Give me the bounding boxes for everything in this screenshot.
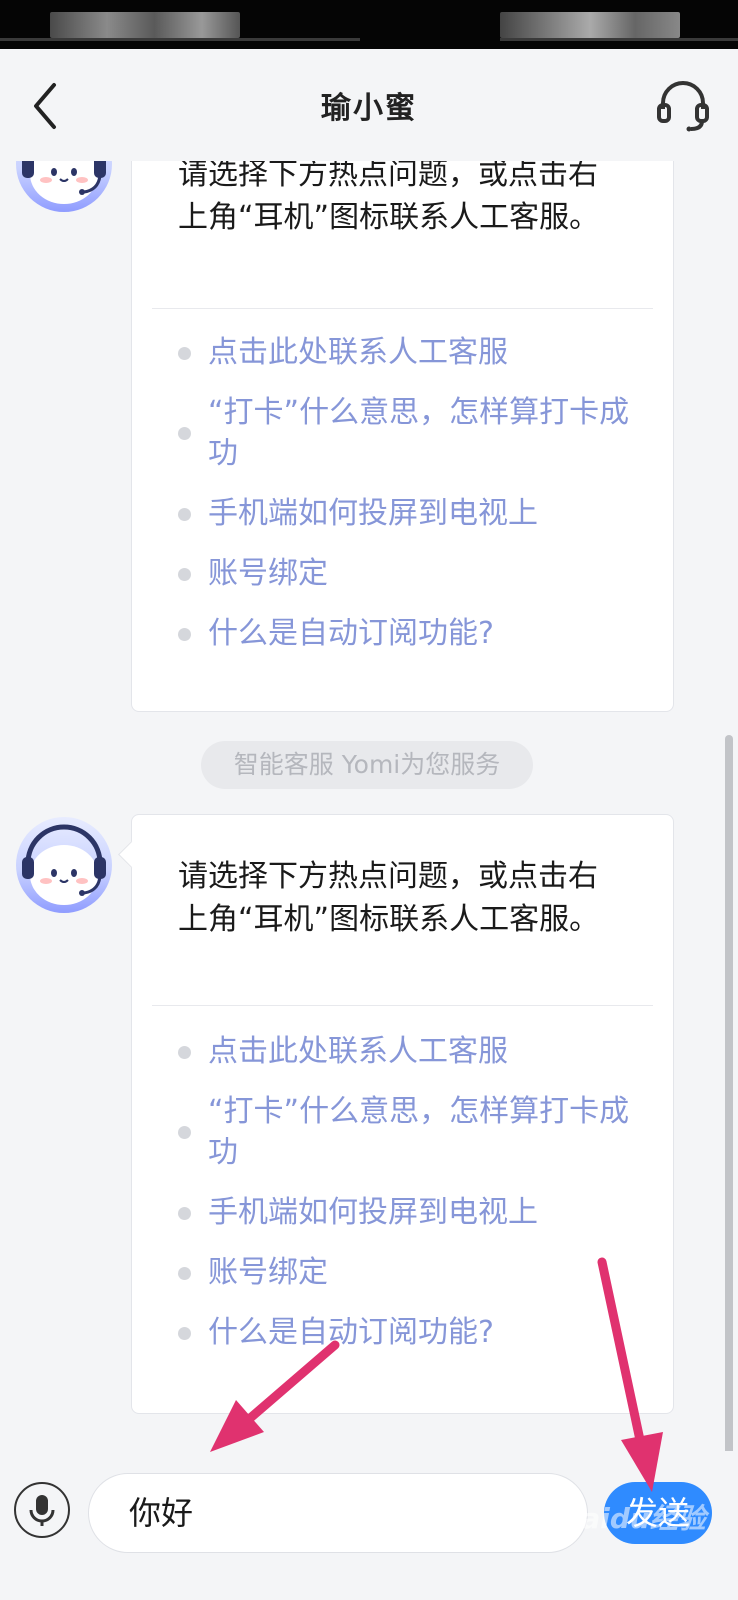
faq-link[interactable]: 手机端如何投屏到电视上	[174, 1192, 644, 1233]
faq-link[interactable]: “打卡”什么意思，怎样算打卡成功	[174, 1091, 644, 1173]
bullet-dot	[178, 1126, 191, 1139]
status-bar-divider	[500, 38, 738, 41]
card-divider	[152, 1005, 653, 1006]
faq-label: 手机端如何投屏到电视上	[208, 496, 538, 531]
bullet-dot	[178, 507, 191, 521]
message-input[interactable]: 你好	[88, 1473, 588, 1553]
headset-icon	[657, 81, 709, 132]
faq-label: 点击此处联系人工客服	[208, 1034, 508, 1069]
card-tail	[118, 841, 145, 868]
input-bar: 你好 发送 Baidu经验	[0, 1451, 738, 1600]
greeting-text: 请选择下方热点问题，或点击右上角“耳机”图标联系人工客服。	[178, 161, 600, 235]
navigation-bar: 瑜小蜜	[0, 49, 738, 161]
faq-link[interactable]: 什么是自动订阅功能?	[174, 613, 644, 654]
bot-avatar	[16, 817, 112, 913]
bot-mascot-icon	[22, 161, 106, 204]
faq-label: “打卡”什么意思，怎样算打卡成功	[208, 1094, 630, 1170]
faq-list: 点击此处联系人工客服 “打卡”什么意思，怎样算打卡成功 手机端如何投屏到电视上 …	[174, 1031, 644, 1353]
faq-link[interactable]: 点击此处联系人工客服	[174, 332, 644, 373]
bullet-dot	[178, 1266, 191, 1280]
faq-label: 点击此处联系人工客服	[208, 335, 508, 370]
voice-input-button[interactable]	[14, 1482, 70, 1538]
status-bar-right-blurred	[500, 12, 680, 38]
bot-message-card: 请选择下方热点问题，或点击右上角“耳机”图标联系人工客服。 点击此处联系人工客服…	[118, 814, 674, 1414]
chat-area[interactable]: 请选择下方热点问题，或点击右上角“耳机”图标联系人工客服。 点击此处联系人工客服…	[0, 161, 738, 1451]
faq-link[interactable]: 账号绑定	[174, 553, 644, 594]
bullet-dot	[178, 567, 191, 581]
greeting-text: 请选择下方热点问题，或点击右上角“耳机”图标联系人工客服。	[178, 859, 600, 937]
bot-avatar	[16, 161, 112, 212]
contact-support-button[interactable]	[655, 77, 711, 133]
faq-link[interactable]: 点击此处联系人工客服	[174, 1031, 644, 1072]
status-bar	[0, 0, 738, 49]
system-notice: 智能客服 Yomi为您服务	[201, 741, 533, 789]
faq-list: 点击此处联系人工客服 “打卡”什么意思，怎样算打卡成功 手机端如何投屏到电视上 …	[174, 332, 644, 654]
scrollbar[interactable]	[725, 735, 733, 1455]
faq-link[interactable]: 什么是自动订阅功能?	[174, 1312, 644, 1353]
page-title: 瑜小蜜	[321, 91, 417, 126]
faq-link[interactable]: 手机端如何投屏到电视上	[174, 493, 644, 534]
status-bar-divider	[0, 38, 360, 41]
bullet-dot	[178, 1206, 191, 1220]
faq-label: 账号绑定	[208, 1255, 328, 1290]
bullet-dot	[178, 1326, 191, 1340]
bullet-dot	[178, 427, 191, 440]
faq-label: 账号绑定	[208, 556, 328, 591]
microphone-icon	[29, 1495, 55, 1526]
bullet-dot	[178, 346, 191, 360]
faq-label: 手机端如何投屏到电视上	[208, 1195, 538, 1230]
bullet-dot	[178, 1045, 191, 1059]
bot-message-card: 请选择下方热点问题，或点击右上角“耳机”图标联系人工客服。 点击此处联系人工客服…	[131, 161, 674, 712]
bullet-dot	[178, 627, 191, 641]
faq-label: 什么是自动订阅功能?	[208, 1315, 494, 1350]
faq-link[interactable]: 账号绑定	[174, 1252, 644, 1293]
card-divider	[152, 308, 653, 309]
send-button[interactable]: 发送	[604, 1482, 712, 1544]
status-bar-left-blurred	[50, 12, 240, 38]
faq-label: “打卡”什么意思，怎样算打卡成功	[208, 395, 630, 471]
faq-link[interactable]: “打卡”什么意思，怎样算打卡成功	[174, 392, 644, 474]
faq-label: 什么是自动订阅功能?	[208, 616, 494, 651]
bot-mascot-icon	[22, 824, 106, 905]
